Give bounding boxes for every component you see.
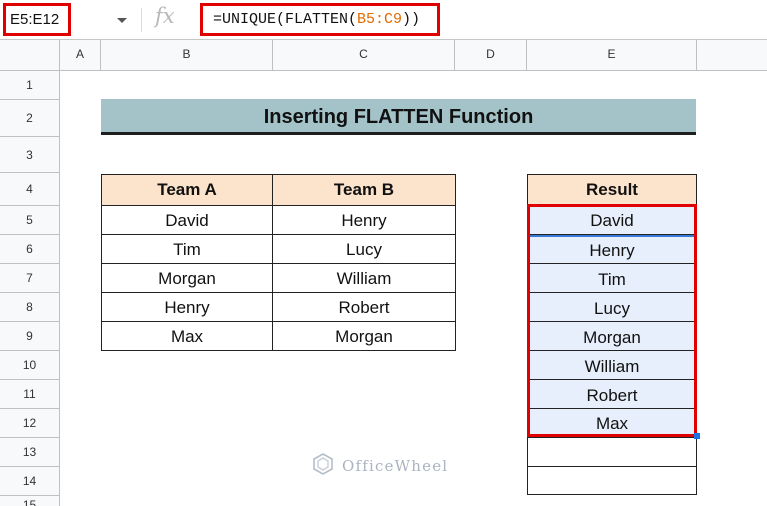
team-a-cell[interactable]: Tim bbox=[101, 234, 273, 264]
formula-range-reference: B5:C9 bbox=[357, 11, 403, 28]
row-header-14[interactable]: 14 bbox=[0, 467, 60, 496]
result-empty-cell[interactable] bbox=[527, 437, 697, 467]
row-header-11[interactable]: 11 bbox=[0, 380, 60, 409]
column-header-a[interactable]: A bbox=[60, 40, 101, 71]
team-b-cell[interactable]: Robert bbox=[272, 292, 456, 322]
title-banner[interactable]: Inserting FLATTEN Function bbox=[101, 99, 696, 135]
team-b-cell[interactable]: Lucy bbox=[272, 234, 456, 264]
name-box-dropdown-icon[interactable] bbox=[117, 18, 127, 23]
column-header-f[interactable] bbox=[697, 40, 767, 71]
result-cell[interactable]: Max bbox=[527, 408, 697, 438]
row-header-1[interactable]: 1 bbox=[0, 71, 60, 100]
formula-text-prefix: =UNIQUE(FLATTEN( bbox=[213, 11, 358, 28]
result-cell[interactable]: Henry bbox=[527, 234, 697, 264]
row-header-4[interactable]: 4 bbox=[0, 173, 60, 206]
result-empty-cell[interactable] bbox=[527, 466, 697, 495]
result-cell[interactable]: Morgan bbox=[527, 321, 697, 351]
row-header-7[interactable]: 7 bbox=[0, 264, 60, 293]
column-header-e[interactable]: E bbox=[527, 40, 697, 71]
team-a-header[interactable]: Team A bbox=[101, 174, 273, 206]
row-header-10[interactable]: 10 bbox=[0, 351, 60, 380]
active-cell-indicator bbox=[530, 235, 694, 237]
result-cell[interactable]: William bbox=[527, 350, 697, 380]
team-a-cell[interactable]: David bbox=[101, 205, 273, 235]
row-header-6[interactable]: 6 bbox=[0, 235, 60, 264]
result-cell[interactable]: David bbox=[527, 205, 697, 235]
fx-icon: fx bbox=[155, 4, 175, 28]
result-cell[interactable]: Lucy bbox=[527, 292, 697, 322]
column-header-d[interactable]: D bbox=[455, 40, 527, 71]
column-header-b[interactable]: B bbox=[101, 40, 273, 71]
team-a-cell[interactable]: Max bbox=[101, 321, 273, 351]
team-b-cell[interactable]: William bbox=[272, 263, 456, 293]
row-header-12[interactable]: 12 bbox=[0, 409, 60, 438]
name-box[interactable]: E5:E12 bbox=[3, 3, 71, 36]
formula-input[interactable]: =UNIQUE(FLATTEN(B5:C9)) bbox=[200, 3, 440, 36]
result-cell[interactable]: Tim bbox=[527, 263, 697, 293]
select-all-corner[interactable] bbox=[0, 40, 60, 71]
team-b-header[interactable]: Team B bbox=[272, 174, 456, 206]
officewheel-logo-icon bbox=[313, 453, 333, 475]
result-cell[interactable]: Robert bbox=[527, 379, 697, 409]
team-a-cell[interactable]: Henry bbox=[101, 292, 273, 322]
fill-handle[interactable] bbox=[694, 433, 700, 439]
column-header-c[interactable]: C bbox=[273, 40, 455, 71]
row-header-2[interactable]: 2 bbox=[0, 100, 60, 137]
team-a-cell[interactable]: Morgan bbox=[101, 263, 273, 293]
result-header[interactable]: Result bbox=[527, 174, 697, 206]
row-header-15[interactable]: 15 bbox=[0, 496, 60, 506]
watermark-text: OfficeWheel bbox=[342, 457, 449, 475]
formula-text-suffix: )) bbox=[402, 11, 421, 28]
row-header-3[interactable]: 3 bbox=[0, 137, 60, 173]
team-b-cell[interactable]: Henry bbox=[272, 205, 456, 235]
row-header-8[interactable]: 8 bbox=[0, 293, 60, 322]
team-b-cell[interactable]: Morgan bbox=[272, 321, 456, 351]
row-header-13[interactable]: 13 bbox=[0, 438, 60, 467]
formula-bar: E5:E12 fx =UNIQUE(FLATTEN(B5:C9)) bbox=[0, 0, 767, 40]
formula-bar-divider bbox=[141, 8, 142, 32]
row-header-9[interactable]: 9 bbox=[0, 322, 60, 351]
row-header-5[interactable]: 5 bbox=[0, 206, 60, 235]
